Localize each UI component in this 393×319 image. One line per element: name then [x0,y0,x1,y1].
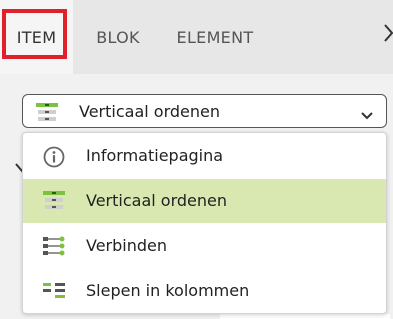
info-icon [43,146,65,172]
option-verticaal-ordenen[interactable]: Verticaal ordenen [23,179,386,223]
more-tabs-icon[interactable] [384,24,393,47]
option-informatiepagina[interactable]: Informatiepagina [23,134,386,178]
option-label: Informatiepagina [86,146,224,165]
tab-element[interactable]: ELEMENT [168,0,262,74]
item-type-select[interactable]: Verticaal ordenen [22,94,387,128]
item-type-dropdown: Informatiepagina Verticaal ordenen Verbi… [22,132,387,314]
tab-bar: ITEM BLOK ELEMENT [0,0,393,74]
connect-icon [43,236,65,260]
chevron-right-icon [384,24,393,42]
select-value: Verticaal ordenen [79,102,220,121]
vertical-order-icon [43,191,65,213]
background-field [220,314,390,319]
option-label: Slepen in kolommen [86,281,250,300]
tab-element-label: ELEMENT [176,27,254,47]
chevron-down-icon [361,105,373,124]
columns-drag-icon [43,281,65,303]
tab-blok[interactable]: BLOK [78,0,158,74]
vertical-order-icon [36,103,58,125]
tab-blok-label: BLOK [96,27,140,47]
option-label: Verticaal ordenen [86,191,227,210]
editor-panel: ITEM BLOK ELEMENT Verticaal ordenen Info… [0,0,393,319]
tab-item-label: ITEM [16,27,57,47]
option-label: Verbinden [86,236,168,255]
option-slepen-in-kolommen[interactable]: Slepen in kolommen [23,269,386,313]
option-verbinden[interactable]: Verbinden [23,224,386,268]
tab-item[interactable]: ITEM [0,0,73,74]
